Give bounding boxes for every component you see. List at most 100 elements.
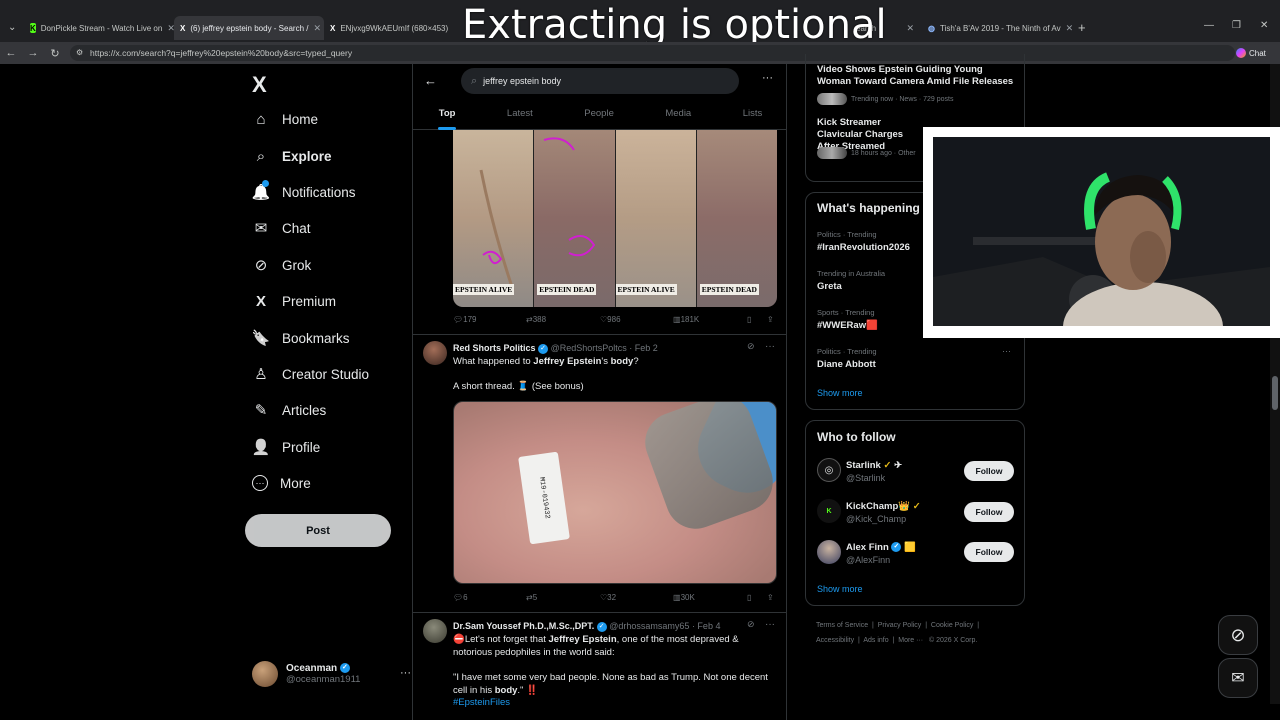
tweet-image[interactable]: M19-019432 <box>453 401 777 584</box>
browser-tab-3[interactable]: X ENjvxg9WkAEUmIf (680×453) <box>324 16 454 40</box>
like-button[interactable]: ♡ 986 <box>600 315 621 324</box>
author-handle[interactable]: @drhossamsamy65 <box>609 621 689 631</box>
browser-tab-1[interactable]: K DonPickle Stream - Watch Live on ✕ <box>24 16 174 40</box>
close-tab-icon[interactable]: ✕ <box>906 23 914 34</box>
tab-lists[interactable]: Lists <box>743 104 763 130</box>
share-icon[interactable]: ⇪ <box>767 593 774 602</box>
follow-name-row[interactable]: KickChamp👑 ✓ <box>846 501 921 512</box>
footer-link[interactable]: Cookie Policy <box>931 622 973 629</box>
nav-chat[interactable]: ✉ Chat <box>252 217 311 239</box>
tweet-date[interactable]: · Feb 4 <box>692 621 721 631</box>
follow-button[interactable]: Follow <box>964 502 1014 522</box>
tab-media[interactable]: Media <box>665 104 691 130</box>
more-dots-icon[interactable]: ··· <box>762 72 773 84</box>
follow-name-row[interactable]: Starlink ✓ ✈ <box>846 460 902 471</box>
nav-grok[interactable]: ⊘ Grok <box>252 254 312 276</box>
nav-more[interactable]: ⋯ More <box>252 472 311 494</box>
scrollbar-thumb[interactable] <box>1272 376 1278 410</box>
close-tab-icon[interactable]: ✕ <box>1066 23 1072 34</box>
author-handle[interactable]: @RedShortsPoltcs <box>551 343 627 353</box>
tab-search-chevron-icon[interactable]: ⌄ <box>8 22 16 33</box>
messages-floating-button[interactable]: ✉ <box>1218 658 1258 698</box>
reply-button[interactable]: 💬︎ 6 <box>453 593 468 602</box>
views-button[interactable]: ▥ 30K <box>673 593 695 602</box>
more-dots-icon[interactable]: ··· <box>765 341 775 352</box>
tweet-date[interactable]: · Feb 2 <box>629 343 658 353</box>
browser-tab-2[interactable]: X (6) jeffrey epstein body - Search / ✕ <box>174 16 324 40</box>
nav-bookmarks[interactable]: 🔖 Bookmarks <box>252 327 350 349</box>
account-handle: @oceanman1911 <box>286 674 361 685</box>
grok-icon[interactable]: ⊘ <box>747 619 755 630</box>
search-input[interactable]: ⌕ jeffrey epstein body <box>461 68 739 94</box>
bookmark-icon[interactable]: ▯ <box>747 593 751 602</box>
show-more-link[interactable]: Show more <box>817 584 863 594</box>
who-to-follow-card: Who to follow ◎ Starlink ✓ ✈ @Starlink F… <box>805 420 1025 606</box>
tab-top[interactable]: Top <box>437 104 457 130</box>
nav-articles[interactable]: ✎ Articles <box>252 399 327 421</box>
grok-icon[interactable]: ⊘ <box>747 341 755 352</box>
footer-link[interactable]: More ··· <box>898 637 923 644</box>
views-button[interactable]: ▥ 181K <box>673 315 699 324</box>
reload-icon[interactable]: ↻ <box>44 47 66 60</box>
new-tab-icon[interactable]: + <box>1078 20 1086 35</box>
bookmark-icon[interactable]: ▯ <box>747 315 751 324</box>
show-more-link[interactable]: Show more <box>817 388 863 398</box>
nav-premium[interactable]: X Premium <box>252 290 336 312</box>
footer-link[interactable]: Accessibility <box>816 637 854 644</box>
repost-button[interactable]: ⇄ 388 <box>526 315 546 324</box>
back-arrow-icon[interactable]: ← <box>0 47 22 59</box>
avatar[interactable] <box>423 341 447 365</box>
tweet-image-grid[interactable]: EPSTEIN ALIVE EPSTEIN DEAD EPSTEIN ALIVE… <box>453 130 777 307</box>
tweet[interactable]: Red Shorts Politics ✓ @RedShortsPoltcs ·… <box>413 335 786 613</box>
url-field[interactable]: ⚙ https://x.com/search?q=jeffrey%20epste… <box>70 45 1235 61</box>
footer-link[interactable]: Ads info <box>863 637 888 644</box>
back-arrow-icon[interactable]: ← <box>424 73 437 88</box>
forward-arrow-icon[interactable]: → <box>22 47 44 59</box>
account-switcher[interactable]: Oceanman ✓ @oceanman1911 ··· <box>252 661 411 687</box>
site-info-icon[interactable]: ⚙ <box>76 45 83 61</box>
tweet[interactable]: Dr.Sam Youssef Ph.D.,M.Sc.,DPT. ✓ @drhos… <box>413 613 786 720</box>
author-name[interactable]: Red Shorts Politics <box>453 343 536 353</box>
trend-item[interactable]: Politics · Trending #IranRevolution2026 <box>817 230 910 253</box>
news-item[interactable]: Video Shows Epstein Guiding Young Woman … <box>817 64 1017 88</box>
share-icon[interactable]: ⇪ <box>767 315 774 324</box>
more-dots-icon[interactable]: ··· <box>1002 346 1011 356</box>
grok-floating-button[interactable]: ⊘ <box>1218 615 1258 655</box>
trend-item[interactable]: Trending in Australia Greta <box>817 269 885 292</box>
more-dots-icon[interactable]: ··· <box>400 667 411 679</box>
follow-name-row[interactable]: Alex Finn ✓ 🟨 <box>846 542 916 553</box>
more-dots-icon[interactable]: ··· <box>765 619 775 630</box>
kickchamp-avatar[interactable]: K <box>817 499 841 523</box>
footer-link[interactable]: Privacy Policy <box>878 622 922 629</box>
trend-item[interactable]: Sports · Trending #WWERaw🟥 <box>817 308 878 331</box>
trend-item[interactable]: Politics · Trending Diane Abbott <box>817 347 877 370</box>
minimize-icon[interactable]: — <box>1204 20 1214 31</box>
tab-people[interactable]: People <box>584 104 614 130</box>
alexfinn-avatar[interactable] <box>817 540 841 564</box>
close-tab-icon[interactable]: ✕ <box>313 23 321 34</box>
browser-tab-5[interactable]: ◍ Tish'a B'Av 2019 - The Ninth of Av ✕ <box>922 16 1072 40</box>
like-button[interactable]: ♡ 32 <box>600 593 616 602</box>
avatar[interactable] <box>423 619 447 643</box>
nav-explore[interactable]: ⌕ Explore <box>252 145 332 167</box>
hashtag-link[interactable]: #EpsteinFiles <box>453 697 778 710</box>
copilot-chat-button[interactable]: Chat <box>1236 46 1274 60</box>
starlink-avatar[interactable]: ◎ <box>817 458 841 482</box>
footer-link[interactable]: Terms of Service <box>816 622 868 629</box>
close-tab-icon[interactable]: ✕ <box>167 23 174 34</box>
follow-button[interactable]: Follow <box>964 542 1014 562</box>
tab-latest[interactable]: Latest <box>507 104 533 130</box>
nav-creator-studio[interactable]: ♙ Creator Studio <box>252 363 369 385</box>
reply-button[interactable]: 💬︎ 179 <box>453 315 477 324</box>
post-button[interactable]: Post <box>245 514 391 547</box>
nav-notifications[interactable]: 🔔 Notifications <box>252 180 356 203</box>
nav-home[interactable]: ⌂ Home <box>252 108 318 130</box>
close-window-icon[interactable]: ✕ <box>1260 20 1268 31</box>
nav-profile[interactable]: 👤 Profile <box>252 436 321 458</box>
search-query: jeffrey epstein body <box>483 76 562 86</box>
x-logo-icon[interactable]: X <box>252 72 267 98</box>
follow-button[interactable]: Follow <box>964 461 1014 481</box>
author-name[interactable]: Dr.Sam Youssef Ph.D.,M.Sc.,DPT. <box>453 621 594 631</box>
maximize-icon[interactable]: ❐ <box>1232 20 1241 31</box>
repost-button[interactable]: ⇄ 5 <box>526 593 537 602</box>
